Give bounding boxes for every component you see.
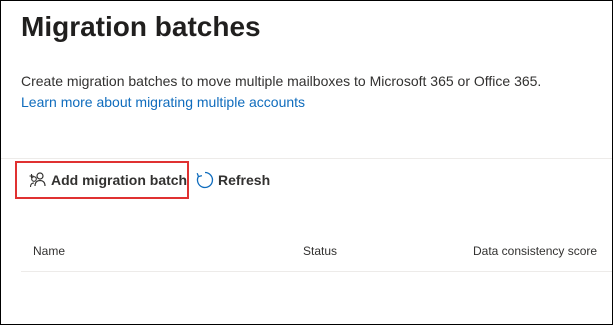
- divider: [1, 158, 612, 159]
- column-header-data-consistency-score[interactable]: Data consistency score: [473, 244, 597, 258]
- column-header-status[interactable]: Status: [303, 244, 337, 258]
- column-header-name[interactable]: Name: [33, 244, 65, 258]
- refresh-button[interactable]: Refresh: [195, 161, 285, 199]
- table-header: Name Status Data consistency score: [21, 237, 612, 272]
- add-migration-batch-button[interactable]: Add migration batch: [15, 161, 189, 199]
- refresh-icon: [195, 170, 215, 190]
- migration-batches-panel: Migration batches Create migration batch…: [0, 0, 613, 325]
- page-description: Create migration batches to move multipl…: [21, 73, 542, 89]
- command-bar: Add migration batch Refresh: [15, 161, 612, 201]
- learn-more-link[interactable]: Learn more about migrating multiple acco…: [21, 94, 305, 110]
- add-people-icon: [28, 170, 48, 190]
- add-migration-batch-label: Add migration batch: [51, 172, 188, 188]
- refresh-label: Refresh: [218, 172, 271, 188]
- page-title: Migration batches: [21, 11, 261, 42]
